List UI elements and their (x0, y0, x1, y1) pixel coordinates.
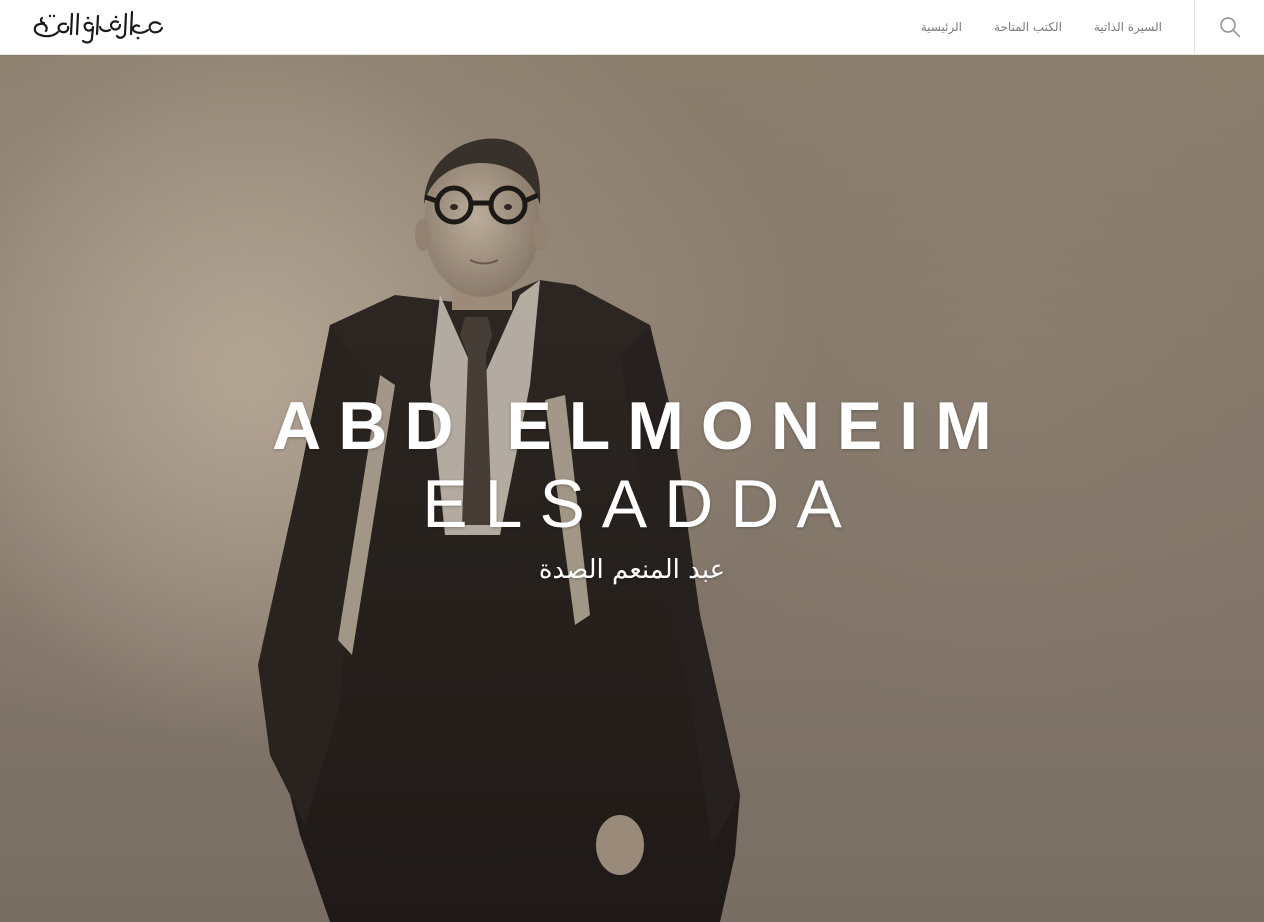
site-logo[interactable] (30, 8, 164, 46)
hero-title: ABD ELMONEIM ELSADDA (0, 388, 1264, 544)
nav-item-available-books[interactable]: الكتب المتاحة (994, 20, 1062, 34)
hero-title-last-name: ELSADDA (422, 466, 859, 542)
calligraphy-logo-icon (33, 10, 164, 44)
hero-title-first-name: ABD ELMONEIM (272, 388, 1009, 464)
nav-item-home[interactable]: الرئيسية (921, 20, 962, 34)
nav-item-biography[interactable]: السيرة الذاتية (1094, 20, 1162, 34)
hero-subtitle-arabic: عبد المنعم الصدة (538, 555, 726, 585)
search-icon (1219, 17, 1240, 38)
search-button[interactable] (1194, 0, 1264, 54)
hero-section: ABD ELMONEIM ELSADDA عبد المنعم الصدة (0, 55, 1264, 922)
site-header: السيرة الذاتية الكتب المتاحة الرئيسية (0, 0, 1264, 55)
main-nav: السيرة الذاتية الكتب المتاحة الرئيسية (921, 0, 1162, 54)
